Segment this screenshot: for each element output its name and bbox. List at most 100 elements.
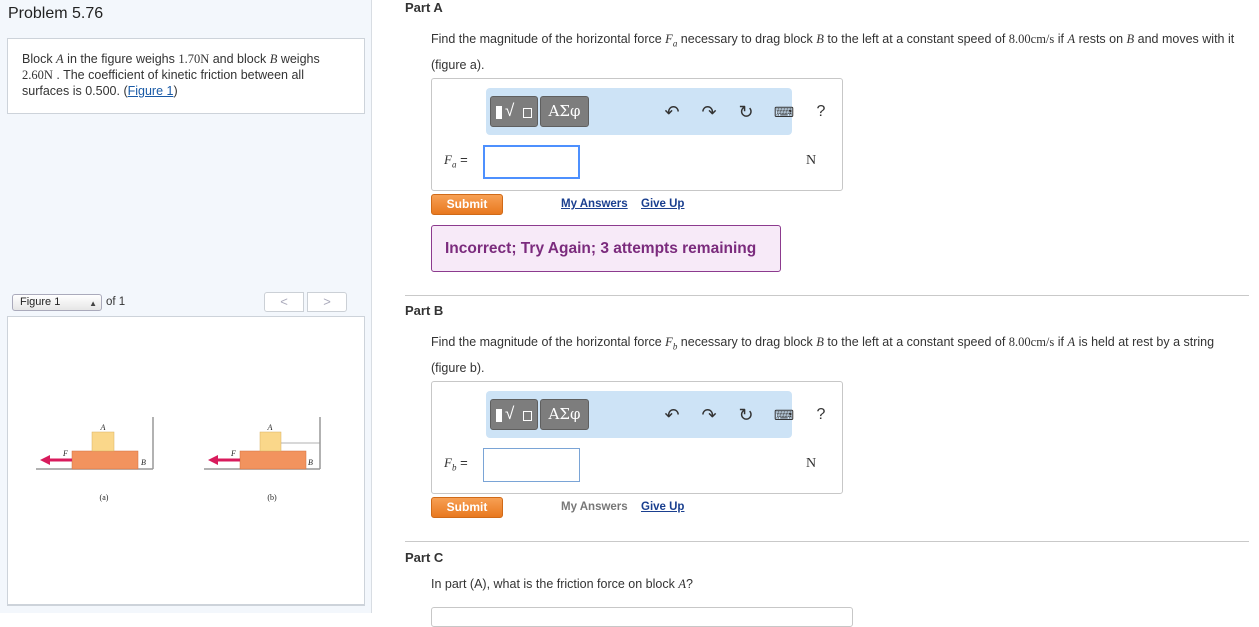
statement-text: weighs [277, 52, 320, 66]
part-a-submit-button[interactable]: Submit [431, 194, 503, 215]
problem-panel: Problem 5.76 Block A in the figure weigh… [0, 0, 372, 613]
redo-icon[interactable]: ↷ [696, 402, 722, 428]
greek-symbols-button[interactable]: ΑΣφ [540, 399, 589, 430]
question-math: 8.00cm/s [1008, 32, 1055, 46]
part-a-my-answers-link[interactable]: My Answers [561, 198, 628, 210]
figure-count: of 1 [106, 296, 126, 308]
part-b-title: Part B [405, 303, 444, 318]
template-block-icon [496, 106, 502, 119]
part-a-give-up-link[interactable]: Give Up [641, 198, 684, 210]
question-text: In part (A), what is the friction force … [431, 577, 679, 591]
part-a-answer-box: √ ΑΣφ ↶ ↷ ↻ ⌨ ? Fa = N [431, 78, 843, 191]
statement-math: A [56, 52, 64, 66]
question-text: Find the magnitude of the horizontal for… [431, 32, 666, 46]
question-math: A [1067, 335, 1076, 349]
units-label: N [806, 153, 817, 168]
question-text: necessary to drag block [677, 32, 817, 46]
equals-sign: = [460, 152, 468, 167]
question-text: Find the magnitude of the horizontal for… [431, 335, 666, 349]
templates-button[interactable]: √ [490, 399, 538, 430]
redo-icon[interactable]: ↷ [696, 99, 722, 125]
part-b-my-answers-link: My Answers [561, 501, 628, 513]
reset-icon[interactable]: ↻ [733, 99, 759, 125]
force-symbol: Fa [665, 32, 677, 49]
answer-var: F [444, 152, 452, 167]
label-f: F [62, 449, 68, 458]
help-icon[interactable]: ? [808, 402, 834, 428]
figure-select[interactable]: Figure 1 ▲▼ [12, 294, 102, 323]
part-b-give-up-link[interactable]: Give Up [641, 501, 684, 513]
section-divider [405, 295, 1249, 296]
sqrt-icon: √ [505, 101, 515, 120]
greek-symbols-button[interactable]: ΑΣφ [540, 96, 589, 127]
statement-text: and block [209, 52, 270, 66]
problem-statement: Block A in the figure weighs 1.70N and b… [7, 38, 365, 114]
part-c-title: Part C [405, 550, 444, 565]
caption-b: (b) [267, 493, 277, 502]
next-figure-button[interactable]: > [307, 292, 347, 312]
question-text: if [1054, 335, 1068, 349]
undo-icon[interactable]: ↶ [659, 99, 685, 125]
answer-sub: b [451, 462, 457, 473]
previous-figure-button[interactable]: < [264, 292, 304, 312]
question-text: ? [685, 577, 693, 591]
question-text: rests on [1075, 32, 1127, 46]
question-math: A [1067, 32, 1076, 46]
undo-icon[interactable]: ↶ [659, 402, 685, 428]
part-a-question: Find the magnitude of the horizontal for… [431, 29, 1246, 76]
question-math: A [678, 577, 686, 591]
problem-title: Problem 5.76 [8, 5, 104, 22]
force-letter: F [665, 32, 673, 46]
part-b-answer-input[interactable] [483, 448, 580, 482]
figure-link[interactable]: Figure 1 [128, 84, 174, 98]
question-text: necessary to drag block [677, 335, 817, 349]
statement-math: 2.60N [22, 68, 53, 82]
part-c-answer-box [431, 607, 853, 627]
answer-label: Fb = [444, 455, 468, 473]
question-math: B [816, 335, 824, 349]
figure-select-value: Figure 1 [20, 296, 61, 308]
figure-illustration: A B F (a) A B F (b) [36, 417, 321, 502]
template-box-icon [523, 108, 532, 118]
keyboard-icon[interactable]: ⌨ [771, 99, 797, 125]
units-label: N [806, 456, 817, 471]
question-text: if [1054, 32, 1068, 46]
part-a-title: Part A [405, 0, 443, 15]
force-letter: F [665, 335, 673, 349]
force-symbol: Fb [665, 335, 677, 352]
label-a: A [267, 423, 273, 432]
answer-sub: a [451, 159, 457, 170]
template-box-icon [523, 411, 532, 421]
feedback-message: Incorrect; Try Again; 3 attempts remaini… [431, 225, 781, 272]
answer-var: F [444, 455, 452, 470]
section-divider [405, 541, 1249, 542]
part-c-question: In part (A), what is the friction force … [431, 574, 1246, 595]
keyboard-icon[interactable]: ⌨ [771, 402, 797, 428]
math-toolbar: √ ΑΣφ ↶ ↷ ↻ ⌨ ? [486, 88, 825, 135]
part-b-answer-box: √ ΑΣφ ↶ ↷ ↻ ⌨ ? Fb = N [431, 381, 843, 494]
part-a-answer-input[interactable] [483, 145, 580, 179]
part-b-submit-button[interactable]: Submit [431, 497, 503, 518]
statement-text: Block [22, 52, 57, 66]
statement-text: in the figure weighs [63, 52, 179, 66]
figure-b: A B F (b) [204, 417, 321, 502]
label-a: A [100, 423, 106, 432]
label-b: B [141, 458, 146, 467]
question-text: to the left at a constant speed of [823, 335, 1009, 349]
label-b: B [308, 458, 313, 467]
figure-panel: A B F (a) A B F (b) [7, 316, 365, 606]
answer-label: Fa = [444, 152, 468, 170]
templates-button[interactable]: √ [490, 96, 538, 127]
figure-a: A B F (a) [36, 417, 154, 502]
reset-icon[interactable]: ↻ [733, 402, 759, 428]
equals-sign: = [460, 455, 468, 470]
label-f: F [230, 449, 236, 458]
sqrt-icon: √ [505, 404, 515, 423]
template-block-icon [496, 409, 502, 422]
panel-divider [7, 604, 365, 605]
statement-math: 1.70N [178, 52, 210, 66]
caption-a: (a) [100, 493, 109, 502]
statement-text: ) [173, 84, 178, 98]
help-icon[interactable]: ? [808, 99, 834, 125]
question-text: to the left at a constant speed of [823, 32, 1009, 46]
